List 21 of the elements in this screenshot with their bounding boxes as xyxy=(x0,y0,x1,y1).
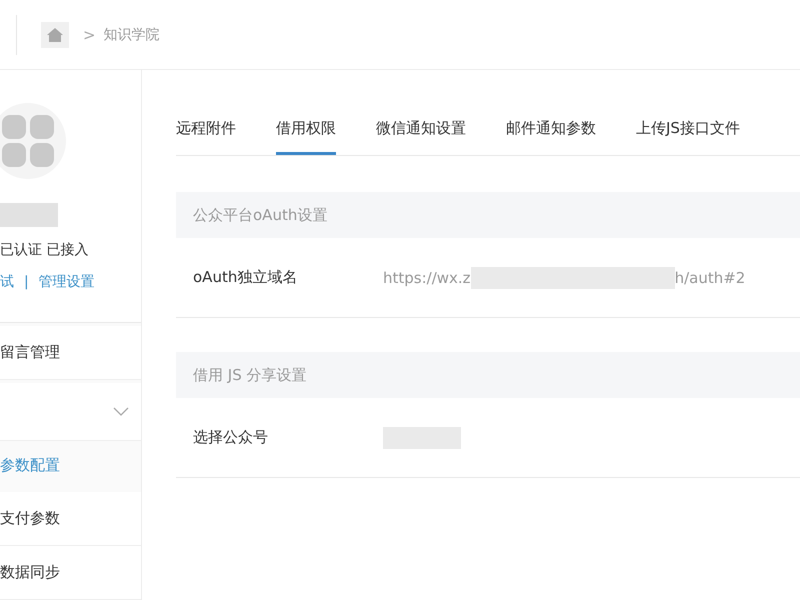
section-header: 借用 JS 分享设置 xyxy=(176,352,800,398)
tab[interactable]: 远程附件 xyxy=(176,104,236,155)
sidebar-link[interactable]: 试 xyxy=(0,273,14,291)
sidebar-item[interactable]: 支付参数 xyxy=(0,492,141,546)
section-header: 公众平台oAuth设置 xyxy=(176,192,800,238)
field-value-start: https://wx.z xyxy=(383,268,471,286)
tab[interactable]: 微信通知设置 xyxy=(376,104,466,155)
link-separator: | xyxy=(24,274,29,290)
field-label: 选择公众号 xyxy=(193,428,269,447)
tab[interactable]: 借用权限 xyxy=(276,104,336,155)
sidebar-dropdown[interactable] xyxy=(0,383,141,441)
sidebar-item[interactable]: 留言管理 xyxy=(0,326,141,380)
sidebar-item[interactable]: 数据同步 xyxy=(0,546,141,600)
tab[interactable]: 上传JS接口文件 xyxy=(636,104,740,155)
field-value-end: h/auth#2 xyxy=(674,268,746,286)
account-status: 已认证 已接入 xyxy=(0,241,88,259)
breadcrumb-separator: > xyxy=(83,26,96,44)
home-icon[interactable] xyxy=(41,22,69,48)
sidebar-link[interactable]: 管理设置 xyxy=(38,273,95,291)
tab[interactable]: 邮件通知参数 xyxy=(506,104,596,155)
field-label: oAuth独立域名 xyxy=(193,268,298,287)
